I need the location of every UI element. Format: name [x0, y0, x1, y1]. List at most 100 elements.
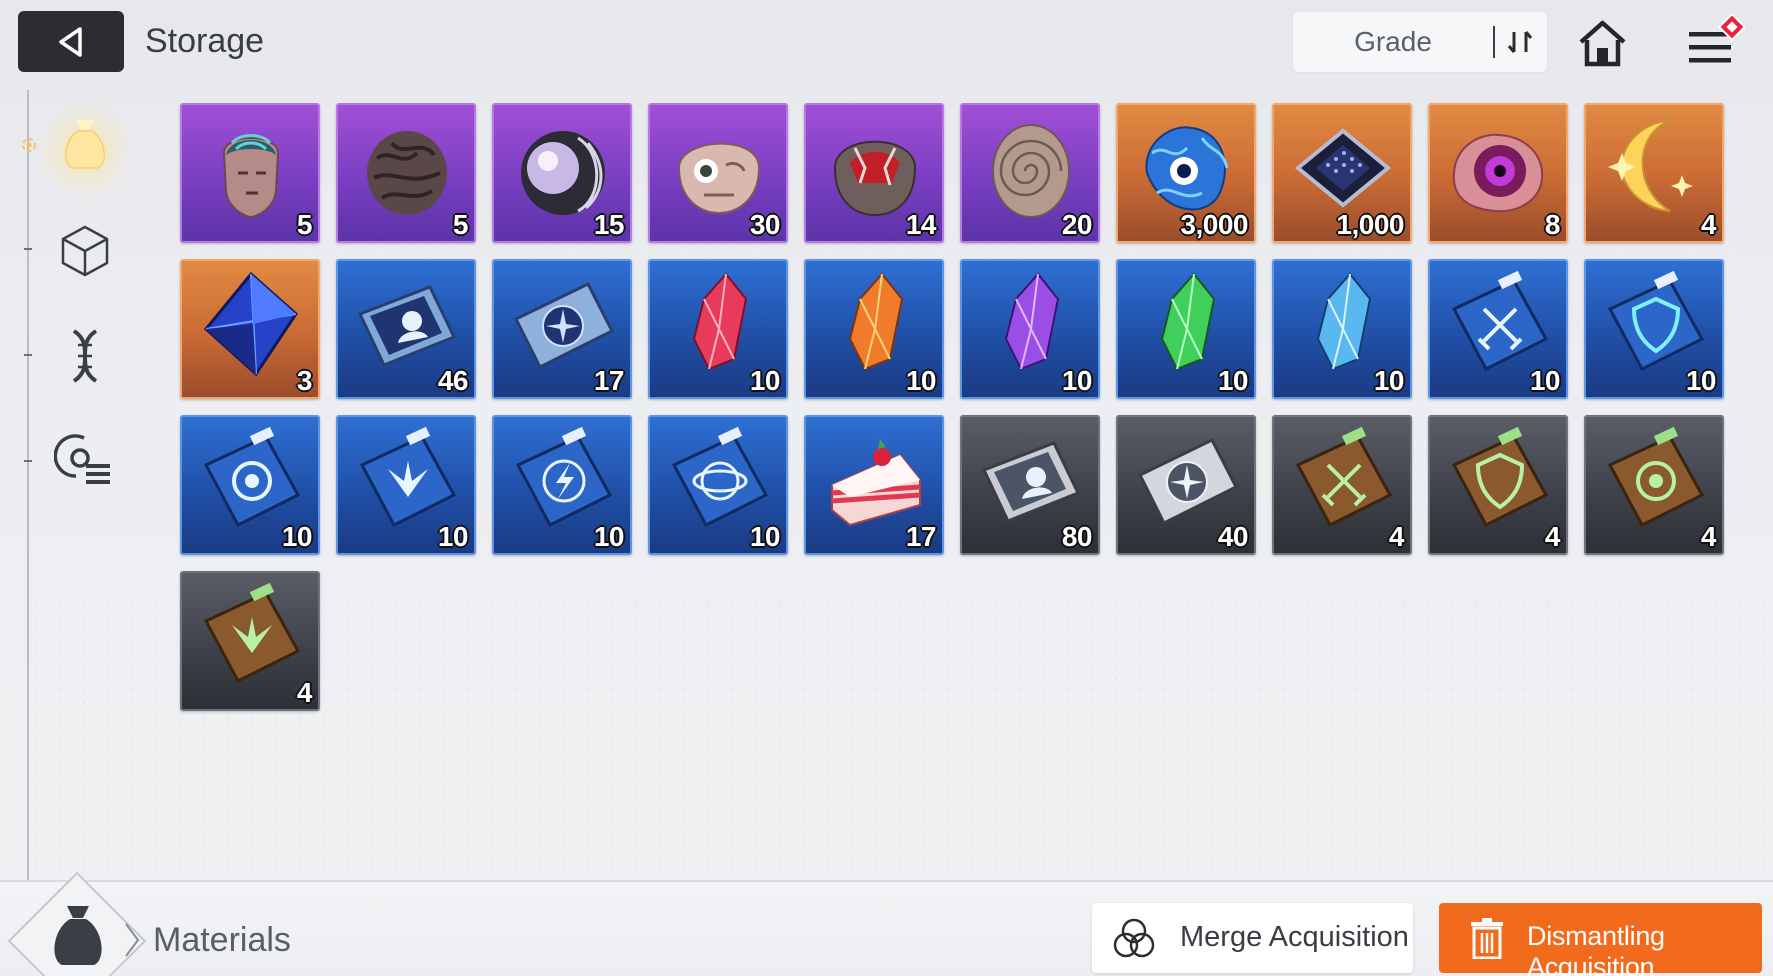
item-slot[interactable]: 40: [1116, 415, 1256, 555]
sort-toggle-icon[interactable]: [1501, 22, 1541, 62]
item-quantity: 15: [593, 209, 625, 240]
item-quantity: 17: [905, 521, 937, 552]
item-slot[interactable]: 4: [1428, 415, 1568, 555]
sword-manual-icon: [1295, 426, 1393, 527]
item-quantity: 10: [749, 521, 781, 552]
item-slot[interactable]: 20: [960, 103, 1100, 243]
item-slot[interactable]: 10: [648, 415, 788, 555]
rail-tick: [24, 248, 32, 250]
cake-icon: [831, 439, 921, 527]
item-slot[interactable]: 4: [180, 571, 320, 711]
compass-card-icon: [1137, 438, 1239, 526]
cube-icon: [61, 225, 109, 277]
sidebar-item-materials[interactable]: [54, 112, 116, 174]
rail-tick: [24, 354, 32, 356]
id-card-icon: [981, 441, 1081, 523]
merge-label: Merge Acquisition: [1180, 921, 1409, 953]
sparkle-icon: [22, 138, 36, 152]
eye-manual-icon: [1607, 426, 1705, 527]
sort-dropdown[interactable]: Grade: [1293, 12, 1547, 72]
item-quantity: 4: [1544, 521, 1561, 552]
sidebar-item-equipment[interactable]: [54, 220, 116, 282]
brain-head-icon: [222, 134, 280, 219]
home-icon[interactable]: [1575, 16, 1630, 71]
item-slot[interactable]: 10: [336, 415, 476, 555]
item-quantity: 10: [281, 521, 313, 552]
item-slot[interactable]: 15: [492, 103, 632, 243]
menu-icon[interactable]: [1685, 14, 1745, 74]
item-quantity: 10: [1217, 365, 1249, 396]
blue-eye-creature-icon: [1145, 126, 1229, 211]
back-button[interactable]: [18, 11, 124, 72]
item-slot[interactable]: 10: [180, 415, 320, 555]
item-slot[interactable]: 10: [1116, 259, 1256, 399]
item-quantity: 46: [437, 365, 469, 396]
item-slot[interactable]: 10: [648, 259, 788, 399]
item-slot[interactable]: 46: [336, 259, 476, 399]
item-quantity: 4: [296, 677, 313, 708]
sidebar-item-modules[interactable]: [54, 430, 116, 492]
sidebar-item-genes[interactable]: [54, 325, 116, 387]
item-quantity: 10: [593, 521, 625, 552]
item-quantity: 17: [593, 365, 625, 396]
orange-crystal-icon: [848, 272, 904, 371]
item-slot[interactable]: 10: [1428, 259, 1568, 399]
spiral-shell-icon: [992, 124, 1070, 218]
merge-icon: [1113, 918, 1155, 958]
item-quantity: 20: [1061, 209, 1093, 240]
item-slot[interactable]: 5: [180, 103, 320, 243]
dna-icon: [72, 329, 98, 383]
item-slot[interactable]: 1,000: [1272, 103, 1412, 243]
blue-crystal-cube-icon: [203, 271, 298, 377]
cracked-skull-icon: [833, 140, 917, 217]
item-slot[interactable]: 10: [492, 415, 632, 555]
eye-manual-icon: [203, 426, 301, 527]
item-slot[interactable]: 3: [180, 259, 320, 399]
item-slot[interactable]: 10: [1272, 259, 1412, 399]
trash-icon: [1471, 918, 1503, 959]
item-slot[interactable]: 10: [960, 259, 1100, 399]
item-slot[interactable]: 80: [960, 415, 1100, 555]
orbit-manual-icon: [671, 426, 769, 527]
cyan-crystal-icon: [1316, 272, 1372, 371]
item-slot[interactable]: 8: [1428, 103, 1568, 243]
dismantle-label: Dismantling Acquisition: [1527, 921, 1665, 976]
item-quantity: 10: [437, 521, 469, 552]
item-quantity: 4: [1388, 521, 1405, 552]
item-slot[interactable]: 17: [492, 259, 632, 399]
shield-manual-icon: [1607, 270, 1705, 371]
item-slot[interactable]: 10: [1584, 259, 1724, 399]
module-list-icon: [54, 434, 110, 484]
chip-icon: [1294, 128, 1392, 208]
item-quantity: 1,000: [1336, 209, 1404, 240]
green-crystal-icon: [1160, 272, 1216, 371]
item-quantity: 10: [1061, 365, 1093, 396]
item-quantity: 4: [1700, 521, 1717, 552]
page-title: Storage: [145, 22, 265, 60]
item-slot[interactable]: 4: [1584, 103, 1724, 243]
dismantling-acquisition-button[interactable]: Dismantling Acquisition: [1439, 903, 1762, 976]
item-quantity: 40: [1217, 521, 1249, 552]
red-crystal-icon: [692, 272, 748, 371]
item-quantity: 10: [1685, 365, 1717, 396]
item-slot[interactable]: 4: [1272, 415, 1412, 555]
item-quantity: 8: [1544, 209, 1561, 240]
sidebar-rail: [27, 90, 29, 880]
materials-bag-icon: [65, 120, 105, 169]
item-slot[interactable]: 30: [648, 103, 788, 243]
item-slot[interactable]: 17: [804, 415, 944, 555]
item-quantity: 10: [1373, 365, 1405, 396]
item-slot[interactable]: 5: [336, 103, 476, 243]
merge-acquisition-button[interactable]: Merge Acquisition: [1092, 903, 1413, 973]
item-slot[interactable]: 3,000: [1116, 103, 1256, 243]
item-quantity: 80: [1061, 521, 1093, 552]
item-slot[interactable]: 4: [1584, 415, 1724, 555]
item-slot[interactable]: 14: [804, 103, 944, 243]
materials-bag-icon: [54, 906, 102, 965]
sword-manual-icon: [1451, 270, 1549, 371]
chevron-right-icon[interactable]: [124, 920, 140, 960]
skull-eye-icon: [677, 142, 761, 215]
item-slot[interactable]: 10: [804, 259, 944, 399]
golden-moon-icon: [1608, 120, 1693, 212]
item-quantity: 3,000: [1180, 209, 1248, 240]
